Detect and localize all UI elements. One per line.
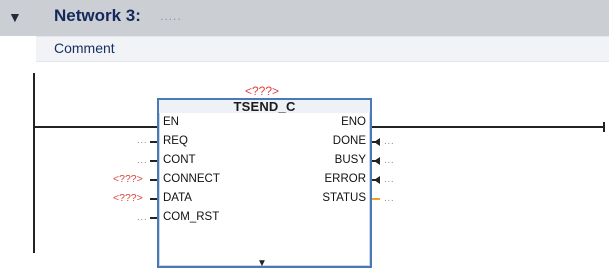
error-arrow-icon — [374, 176, 380, 184]
stub-data — [150, 198, 157, 200]
pin-error: ERROR — [324, 173, 366, 185]
operand-busy[interactable]: ... — [384, 154, 394, 166]
pin-com-rst: COM_RST — [163, 211, 220, 223]
pin-status: STATUS — [322, 192, 366, 204]
operand-connect[interactable]: <???> — [113, 173, 143, 185]
operand-done[interactable]: ... — [384, 135, 394, 147]
stub-req — [150, 141, 157, 143]
pin-req: REQ — [163, 135, 188, 147]
operand-com-rst[interactable]: ... — [137, 211, 147, 223]
rung-wire-right — [372, 126, 604, 128]
block-title-bar: TSEND_C — [159, 99, 370, 114]
tsend-c-block[interactable]: TSEND_C EN REQ CONT CONNECT DATA COM_RST… — [157, 98, 372, 269]
operand-error[interactable]: ... — [384, 173, 394, 185]
operand-status[interactable]: ... — [384, 192, 394, 204]
pin-done: DONE — [332, 135, 366, 147]
pin-connect: CONNECT — [163, 173, 220, 185]
operand-cont[interactable]: ... — [137, 154, 147, 166]
collapse-network-icon[interactable]: ▼ — [8, 9, 22, 25]
operand-data[interactable]: <???> — [113, 192, 143, 204]
network-title[interactable]: Network 3: — [54, 6, 141, 26]
ladder-diagram: <???> TSEND_C EN REQ CONT CONNECT DATA C… — [0, 62, 609, 269]
done-arrow-icon — [374, 138, 380, 146]
pin-en: EN — [163, 116, 179, 128]
pin-cont: CONT — [163, 154, 196, 166]
network-comment-row[interactable]: Comment — [36, 36, 609, 62]
network-title-placeholder[interactable]: ..... — [160, 9, 182, 23]
pin-eno: ENO — [341, 116, 366, 128]
stub-status — [372, 198, 380, 200]
expand-block-icon[interactable]: ▼ — [257, 258, 267, 269]
operand-req[interactable]: ... — [137, 134, 147, 146]
rung-wire-left — [35, 126, 158, 128]
rung-wire-end — [603, 122, 605, 132]
stub-cont — [150, 160, 157, 162]
power-rail-left — [33, 73, 35, 253]
stub-connect — [150, 179, 157, 181]
network-comment[interactable]: Comment — [54, 40, 115, 56]
stub-com-rst — [150, 217, 157, 219]
block-title: TSEND_C — [233, 99, 296, 114]
busy-arrow-icon — [374, 157, 380, 165]
pin-busy: BUSY — [334, 154, 366, 166]
network-header: ▼ Network 3: ..... — [0, 0, 609, 36]
instance-db-operand[interactable]: <???> — [245, 84, 279, 98]
pin-data: DATA — [163, 192, 192, 204]
